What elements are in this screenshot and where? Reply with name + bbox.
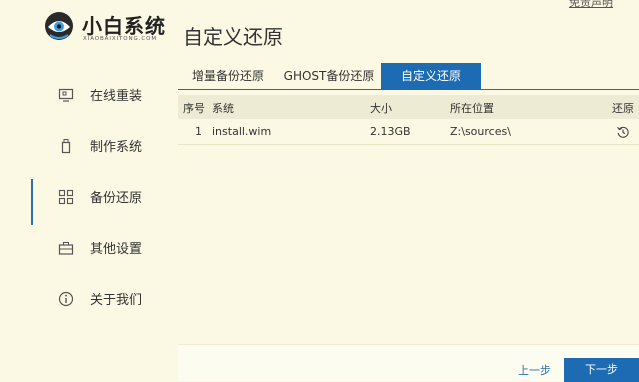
monitor-icon xyxy=(58,88,74,102)
next-step-button[interactable]: 下一步 xyxy=(564,358,639,382)
row-index: 1 xyxy=(195,125,202,138)
sidebar-item-label: 制作系统 xyxy=(90,140,143,155)
footer-bar: 上一步 下一步 xyxy=(178,344,639,382)
tab-custom-restore[interactable]: 自定义还原 xyxy=(381,63,481,90)
sidebar-item-label: 备份还原 xyxy=(90,191,143,206)
table-row[interactable]: 1 install.wim 2.13GB Z:\sources\ xyxy=(178,120,639,145)
disclaimer-link[interactable]: 免责声明 xyxy=(569,0,613,10)
info-icon xyxy=(58,291,74,307)
sidebar-item-label: 其他设置 xyxy=(90,242,143,257)
previous-step-button[interactable]: 上一步 xyxy=(518,362,551,378)
column-header-size: 大小 xyxy=(370,102,392,115)
tab-bar: 增量备份还原 GHOST备份还原 自定义还原 xyxy=(178,63,639,90)
grid-icon xyxy=(58,189,74,205)
row-location: Z:\sources\ xyxy=(450,125,511,138)
column-header-index: 序号 xyxy=(183,102,205,115)
column-header-location: 所在位置 xyxy=(450,102,494,115)
sidebar-item-online-install[interactable]: 在线重装 xyxy=(0,75,170,115)
logo-title: 小白系统 xyxy=(82,14,166,38)
column-header-system: 系统 xyxy=(212,102,234,115)
row-system: install.wim xyxy=(212,125,272,138)
tab-underline xyxy=(178,89,639,90)
column-header-restore: 还原 xyxy=(612,102,634,115)
row-size: 2.13GB xyxy=(370,125,411,138)
restore-icon[interactable] xyxy=(616,125,630,139)
sidebar-item-make-system[interactable]: 制作系统 xyxy=(0,126,170,166)
sidebar-item-other-settings[interactable]: 其他设置 xyxy=(0,228,170,268)
toolbox-icon xyxy=(58,242,74,255)
app-logo: 小白系统 XIAOBAIXITONG.COM xyxy=(44,9,169,49)
page-title: 自定义还原 xyxy=(183,25,283,49)
sidebar-item-backup-restore[interactable]: 备份还原 xyxy=(0,177,170,225)
sidebar-item-label: 关于我们 xyxy=(90,293,143,308)
tab-ghost-backup-restore[interactable]: GHOST备份还原 xyxy=(278,63,380,90)
sidebar-item-label: 在线重装 xyxy=(90,89,143,104)
tab-incremental-backup-restore[interactable]: 增量备份还原 xyxy=(178,63,278,90)
table-header: 序号 系统 大小 所在位置 还原 xyxy=(178,95,639,119)
logo-subtitle: XIAOBAIXITONG.COM xyxy=(83,36,157,42)
usb-drive-icon xyxy=(61,139,71,154)
logo-icon xyxy=(45,12,73,40)
sidebar-item-about-us[interactable]: 关于我们 xyxy=(0,279,170,319)
